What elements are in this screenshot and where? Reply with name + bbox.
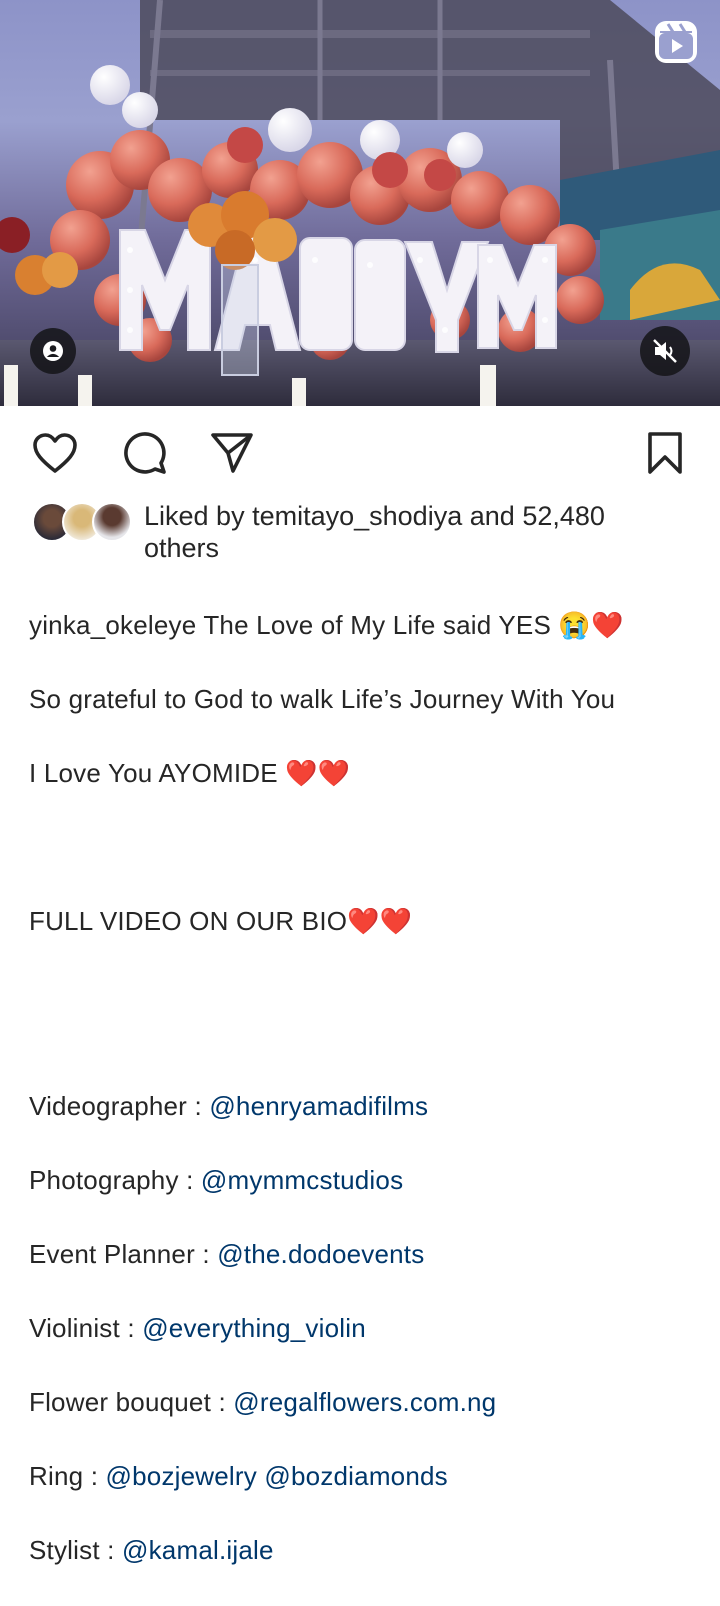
mention-link[interactable]: @henryamadifilms <box>209 1091 428 1121</box>
reels-icon <box>654 20 698 64</box>
mention-link[interactable]: @regalflowers.com.ng <box>233 1387 496 1417</box>
mention-link[interactable]: @mymmcstudios <box>201 1165 403 1195</box>
post-media[interactable] <box>0 0 720 406</box>
credit-label: Photography : <box>29 1165 201 1195</box>
tagged-users-button[interactable] <box>30 328 76 374</box>
credit-label: Violinist : <box>29 1313 143 1343</box>
mention-link[interactable]: @kamal.ijale <box>122 1535 274 1565</box>
mention-link[interactable]: @everything_violin <box>142 1313 366 1343</box>
likes-summary[interactable]: Liked by temitayo_shodiya and 52,480 oth… <box>144 500 654 564</box>
mention-link[interactable]: @the.dodoevents <box>217 1239 424 1269</box>
liker-username[interactable]: temitayo_shodiya <box>252 501 462 531</box>
credit-label: Stylist : <box>29 1535 123 1565</box>
credit-line: Stylist : @kamal.ijale <box>29 1532 699 1569</box>
caption-line-4: FULL VIDEO ON OUR BIO❤️❤️ <box>29 906 413 936</box>
credit-label: Videographer : <box>29 1091 210 1121</box>
person-icon <box>43 341 63 361</box>
credit-label: Flower bouquet : <box>29 1387 234 1417</box>
post-action-bar <box>0 406 720 498</box>
save-button[interactable] <box>640 428 690 478</box>
likes-prefix: Liked by <box>144 501 245 531</box>
caption-line-1: The Love of My Life said YES 😭❤️ <box>203 610 624 640</box>
credit-line: Flower bouquet : @regalflowers.com.ng <box>29 1384 699 1421</box>
mention-link[interactable]: @bozjewelry <box>106 1461 257 1491</box>
mention-link[interactable]: @bozdiamonds <box>264 1461 447 1491</box>
credit-line: Violinist : @everything_violin <box>29 1310 699 1347</box>
sound-toggle-button[interactable] <box>640 326 690 376</box>
credit-line: Event Planner : @the.dodoevents <box>29 1236 699 1273</box>
credit-label: Ring : <box>29 1461 106 1491</box>
credit-line: Videographer : @henryamadifilms <box>29 1088 699 1125</box>
caption-line-3: I Love You AYOMIDE ❤️❤️ <box>29 758 351 788</box>
post-photo <box>0 0 720 406</box>
share-button[interactable] <box>207 428 257 478</box>
share-icon <box>211 433 253 473</box>
post-caption: yinka_okeleye The Love of My Life said Y… <box>29 570 699 1606</box>
comment-button[interactable] <box>120 428 170 478</box>
speaker-muted-icon <box>653 339 677 363</box>
credit-line: Photography : @mymmcstudios <box>29 1162 699 1199</box>
bookmark-icon <box>648 432 682 474</box>
like-button[interactable] <box>30 428 80 478</box>
avatar <box>92 502 132 542</box>
heart-icon <box>33 433 77 473</box>
comment-icon <box>124 432 166 474</box>
caption-username[interactable]: yinka_okeleye <box>29 610 196 640</box>
liker-avatars[interactable] <box>30 500 132 542</box>
likes-joiner: and <box>469 501 515 531</box>
caption-line-2: So grateful to God to walk Life’s Journe… <box>29 684 616 714</box>
credit-label: Event Planner : <box>29 1239 218 1269</box>
likes-suffix[interactable]: others <box>144 533 219 563</box>
likes-count[interactable]: 52,480 <box>522 501 605 531</box>
credit-line: Ring : @bozjewelry @bozdiamonds <box>29 1458 699 1495</box>
